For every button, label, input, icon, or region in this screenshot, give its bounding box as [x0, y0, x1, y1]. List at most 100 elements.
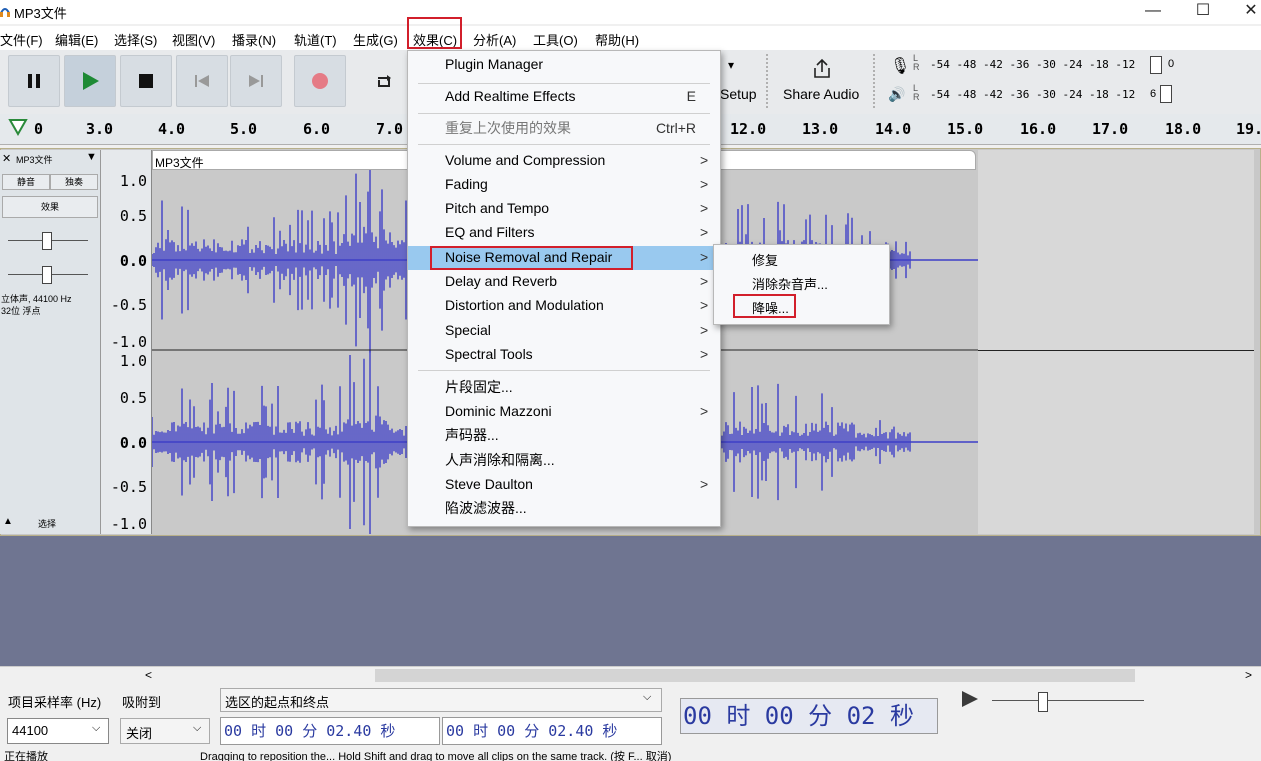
track-control-panel[interactable]: ✕ MP3文件 ▼ 静音 独奏 效果 立体声, 44100 Hz 32位 浮点 …	[0, 150, 101, 534]
mute-button[interactable]: 静音	[2, 174, 50, 190]
submenu-item-repair[interactable]: 修复	[752, 250, 778, 269]
horizontal-scrollbar[interactable]: < >	[0, 666, 1261, 685]
scroll-right-icon[interactable]: >	[1245, 668, 1252, 682]
menu-help[interactable]: 帮助(H)	[595, 30, 639, 49]
selection-start-value: 00 时 00 分 02.40 秒	[224, 722, 396, 740]
maximize-button[interactable]: ☐	[1180, 0, 1226, 24]
scale-label: 0.5	[119, 389, 147, 407]
empty-project-area[interactable]	[0, 536, 1261, 666]
submenu-arrow-icon: >	[700, 297, 709, 313]
menu-generate[interactable]: 生成(G)	[353, 30, 398, 49]
microphone-icon[interactable]: 🎙	[890, 56, 910, 76]
amplitude-scale[interactable]: 1.0 0.5 0.0 -0.5 -1.0 1.0 0.5 0.0 -0.5 -…	[101, 150, 152, 534]
submenu-arrow-icon: >	[700, 273, 709, 289]
loop-button[interactable]	[358, 55, 410, 107]
noise-removal-highlight-box	[430, 246, 633, 270]
playback-speed-thumb[interactable]	[1038, 692, 1048, 712]
menu-item-distortion-modulation[interactable]: Distortion and Modulation >	[408, 294, 718, 318]
menu-view[interactable]: 视图(V)	[172, 30, 215, 49]
play-icon	[83, 72, 99, 90]
menu-item-add-realtime-effects[interactable]: Add Realtime Effects E	[408, 85, 718, 109]
share-audio-icon[interactable]	[812, 58, 832, 85]
pause-button[interactable]	[8, 55, 60, 107]
play-meter-end: 6	[1150, 88, 1157, 100]
menu-item-repeat-last-effect[interactable]: 重复上次使用的效果 Ctrl+R	[408, 117, 718, 141]
menu-item-clip-fix[interactable]: 片段固定...	[408, 376, 718, 400]
stop-button[interactable]	[120, 55, 172, 107]
track-name[interactable]: MP3文件	[16, 153, 53, 166]
stop-icon	[139, 74, 153, 88]
play-meter-scale[interactable]: -54 -48 -42 -36 -30 -24 -18 -12	[930, 88, 1135, 101]
play-button[interactable]	[64, 55, 116, 107]
solo-button[interactable]: 独奏	[50, 174, 98, 190]
menu-tracks[interactable]: 轨道(T)	[294, 30, 337, 49]
menu-item-dominic-mazzoni[interactable]: Dominic Mazzoni >	[408, 400, 718, 424]
ruler-tick: 16.0	[1020, 120, 1057, 138]
menu-item-special[interactable]: Special >	[408, 319, 718, 343]
menu-tools[interactable]: 工具(O)	[533, 30, 578, 49]
menu-bar: 文件(F) 编辑(E) 选择(S) 视图(V) 播录(N) 轨道(T) 生成(G…	[0, 26, 1261, 50]
menu-item-spectral-tools[interactable]: Spectral Tools >	[408, 343, 718, 367]
menu-item-volume-compression[interactable]: Volume and Compression >	[408, 149, 718, 173]
selection-end-time[interactable]: 00 时 00 分 02.40 秒	[442, 717, 662, 745]
submenu-arrow-icon: >	[700, 403, 709, 419]
menu-item-delay-reverb[interactable]: Delay and Reverb >	[408, 270, 718, 294]
snap-to-select[interactable]: 关闭 ⌵	[120, 718, 210, 744]
menu-analyze[interactable]: 分析(A)	[473, 30, 516, 49]
menu-select[interactable]: 选择(S)	[114, 30, 157, 49]
chevron-down-icon: ⌵	[193, 722, 202, 734]
menu-item-label: 人声消除和隔离...	[445, 452, 555, 468]
collapse-track-icon[interactable]: ▲	[3, 516, 13, 527]
pan-slider-thumb[interactable]	[42, 266, 52, 284]
audio-setup-dropdown-icon[interactable]: ▾	[728, 58, 734, 72]
play-meter-slider[interactable]	[1160, 85, 1172, 103]
scroll-left-icon[interactable]: <	[145, 668, 152, 682]
menu-item-vocal-reduction[interactable]: 人声消除和隔离...	[408, 449, 718, 473]
timeline-options-icon[interactable]	[8, 118, 28, 136]
skip-end-button[interactable]	[230, 55, 282, 107]
menu-item-label: EQ and Filters	[445, 224, 535, 240]
noise-reduction-highlight-box	[733, 294, 796, 318]
menu-file[interactable]: 文件(F)	[0, 30, 43, 49]
close-button[interactable]: ✕	[1228, 0, 1261, 24]
menu-item-eq-filters[interactable]: EQ and Filters >	[408, 221, 718, 245]
record-meter-slider[interactable]	[1150, 56, 1162, 74]
status-text: 正在播放	[4, 751, 48, 761]
play-at-speed-button[interactable]	[958, 688, 986, 714]
menu-item-vocoder[interactable]: 声码器...	[408, 424, 718, 448]
menu-item-fading[interactable]: Fading >	[408, 173, 718, 197]
skip-start-button[interactable]	[176, 55, 228, 107]
menu-item-notch-filter[interactable]: 陷波滤波器...	[408, 497, 718, 521]
playback-speed-slider[interactable]	[992, 700, 1144, 701]
share-audio-label[interactable]: Share Audio	[783, 86, 859, 102]
track-menu-dropdown-icon[interactable]: ▼	[86, 151, 97, 163]
selection-mode-select[interactable]: 选区的起点和终点 ⌵	[220, 688, 662, 712]
submenu-arrow-icon: >	[700, 200, 709, 216]
track-close-icon[interactable]: ✕	[2, 152, 11, 165]
loop-icon	[378, 75, 391, 87]
record-meter-end: 0	[1168, 58, 1175, 70]
track-effects-button[interactable]: 效果	[2, 196, 98, 218]
empty-track-area[interactable]	[978, 150, 1254, 534]
minimize-button[interactable]: —	[1130, 0, 1176, 24]
clip-title: MP3文件	[155, 156, 204, 170]
menu-item-pitch-tempo[interactable]: Pitch and Tempo >	[408, 197, 718, 221]
speaker-icon[interactable]: 🔊	[888, 86, 905, 103]
chevron-down-icon: ⌵	[643, 691, 652, 703]
menu-item-plugin-manager[interactable]: Plugin Manager	[408, 53, 718, 77]
menu-item-steve-daulton[interactable]: Steve Daulton >	[408, 473, 718, 497]
record-meter-scale[interactable]: -54 -48 -42 -36 -30 -24 -18 -12	[930, 58, 1135, 71]
ruler-tick: 4.0	[158, 120, 186, 138]
track-select-button[interactable]: 选择	[38, 517, 56, 530]
effect-menu: Plugin Manager Add Realtime Effects E 重复上…	[407, 50, 721, 527]
audio-setup-label[interactable]: Setup	[720, 86, 757, 102]
audio-position-time[interactable]: 00 时 00 分 02 秒	[680, 698, 938, 734]
submenu-item-click-removal[interactable]: 消除杂音声...	[752, 274, 828, 293]
menu-record[interactable]: 播录(N)	[232, 30, 276, 49]
project-rate-select[interactable]: 44100 ⌵	[7, 718, 109, 744]
record-button[interactable]	[294, 55, 346, 107]
scrollbar-thumb[interactable]	[375, 669, 1135, 682]
gain-slider-thumb[interactable]	[42, 232, 52, 250]
menu-edit[interactable]: 编辑(E)	[55, 30, 98, 49]
selection-start-time[interactable]: 00 时 00 分 02.40 秒	[220, 717, 440, 745]
